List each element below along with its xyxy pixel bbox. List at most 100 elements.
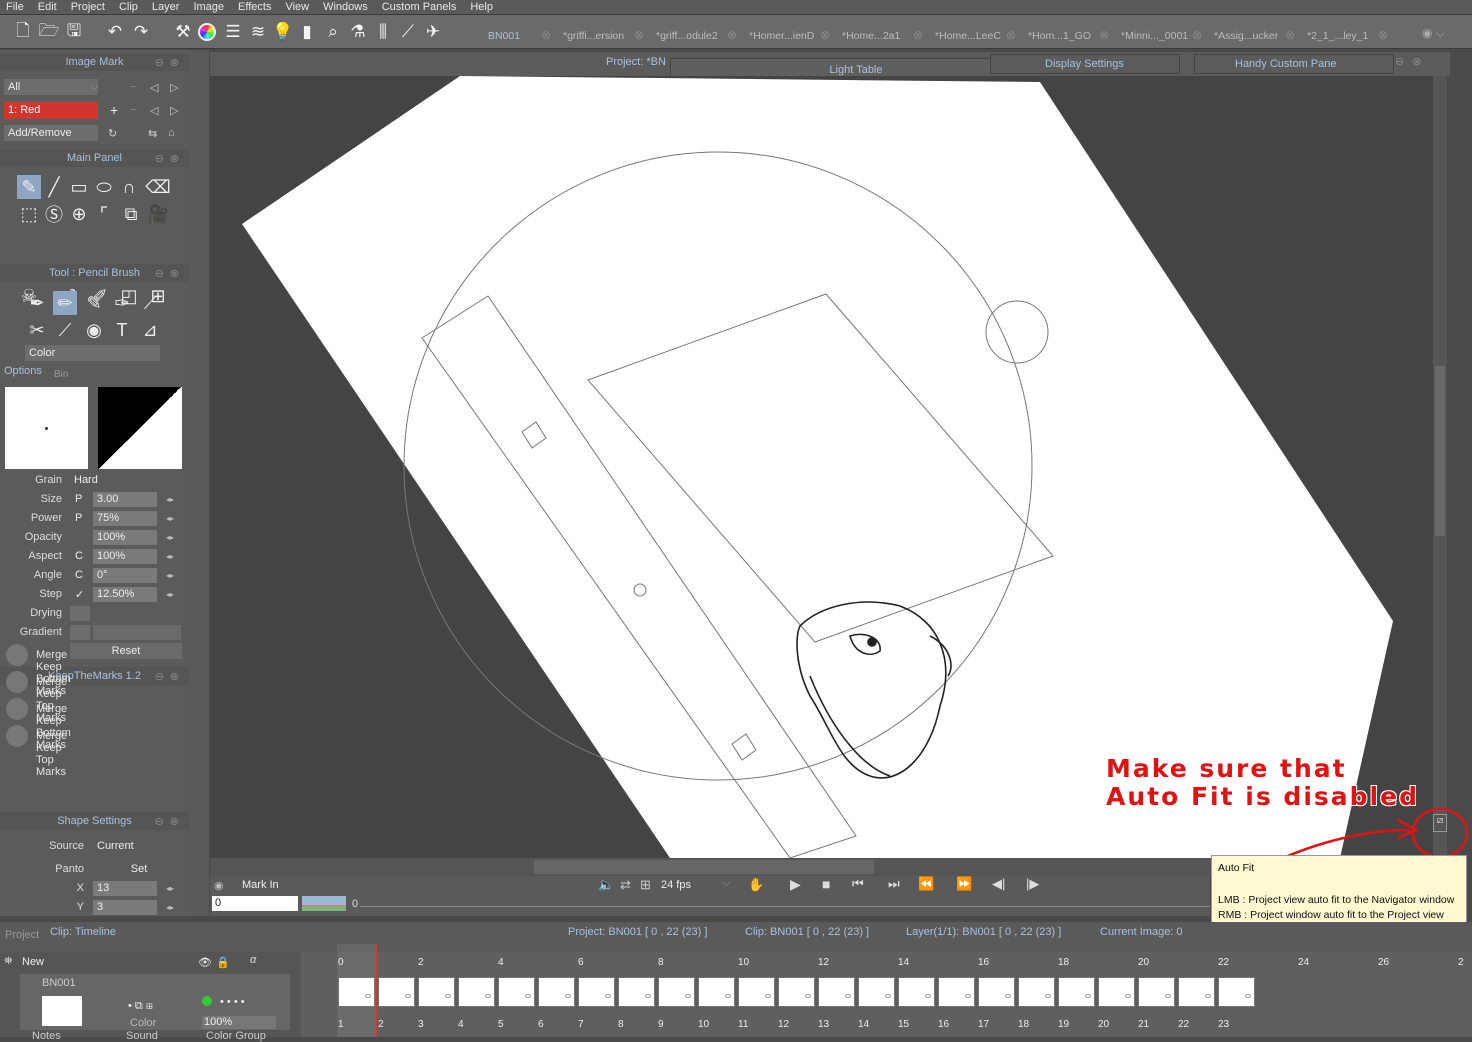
pencil-brush-icon[interactable]: ✏ [53, 291, 77, 315]
frame-thumbnail[interactable] [1218, 977, 1255, 1007]
tab-document-1[interactable]: *griffi...ersion ⊗ [555, 26, 648, 46]
tab-document-7[interactable]: *Minni..._0001 ⊗ [1113, 26, 1206, 46]
size-pressure-flag[interactable]: P [75, 493, 82, 505]
airbrush-icon[interactable]: ⟋ [138, 291, 162, 315]
aspect-flag[interactable]: C [75, 550, 83, 562]
next-frame-icon[interactable]: |▶ [1026, 876, 1039, 892]
canvas-vertical-scrollbar[interactable]: ⧄ [1433, 76, 1447, 858]
frame-thumbnail[interactable] [1058, 977, 1095, 1007]
save-icon[interactable]: 🖫 [63, 21, 85, 43]
merge-item-3[interactable]: Merge Keep Top Marks [36, 730, 67, 778]
prev-arrow-icon[interactable]: ◁ [150, 104, 158, 117]
size-field[interactable]: 3.00 [93, 491, 157, 507]
angle-spinner-icon[interactable]: ◂▸ [166, 571, 174, 580]
image-mark-filter-select[interactable]: All [4, 79, 98, 95]
mark-in-label[interactable]: Mark In [242, 879, 279, 891]
eye-icon[interactable]: 👁 [198, 956, 212, 969]
frame-thumbnail[interactable] [458, 977, 495, 1007]
frame-thumbnail[interactable] [898, 977, 935, 1007]
drying-toggle[interactable] [70, 605, 90, 621]
frame-thumbnail[interactable] [338, 977, 375, 1007]
refresh-icon[interactable]: ↻ [108, 127, 117, 140]
close-icon[interactable]: ⊗ [541, 28, 551, 42]
selection-tool-icon[interactable]: ⬚ [17, 202, 41, 226]
alpha-icon[interactable]: α [250, 954, 256, 966]
prev-frame-icon[interactable]: ◀| [992, 876, 1005, 892]
color-wheel-icon[interactable] [196, 21, 218, 43]
smudge-brush-icon[interactable]: ✂ [25, 318, 49, 342]
handy-custom-pane[interactable]: Handy Custom Pane [1194, 54, 1394, 74]
camera-tool-icon[interactable]: 🎥 [146, 202, 170, 226]
frame-thumbnail[interactable] [1178, 977, 1215, 1007]
frame-thumbnail[interactable] [658, 977, 695, 1007]
menu-effects[interactable]: Effects [232, 1, 279, 13]
playback-range[interactable] [302, 896, 346, 911]
source-select[interactable]: Current [93, 838, 177, 854]
tab-document-6[interactable]: *Hom...1_GO ⊗ [1020, 26, 1113, 46]
y-spinner-icon[interactable]: ◂▸ [166, 903, 174, 912]
lock-icon[interactable]: 🔒 [216, 956, 230, 969]
light-bulb-icon[interactable]: 💡 [272, 21, 294, 43]
tab-document-0[interactable]: BN001 ⊗ [462, 26, 555, 46]
chart-icon[interactable]: ⟋ [397, 21, 419, 43]
swap-icon[interactable]: ⇆ [148, 127, 157, 140]
menu-edit[interactable]: Edit [32, 1, 65, 13]
stack-icon[interactable]: ≋ [247, 21, 269, 43]
image-mark-select[interactable]: 1: Red [4, 101, 98, 119]
menu-help[interactable]: Help [464, 1, 501, 13]
x-field[interactable]: 13 [93, 880, 157, 896]
reset-button[interactable]: Reset [70, 643, 182, 659]
blend-brush-icon[interactable]: ⟋ [53, 318, 77, 342]
layers-icon[interactable]: ☰ [222, 21, 244, 43]
frame-thumbnail[interactable] [1018, 977, 1055, 1007]
frame-thumbnail[interactable] [978, 977, 1015, 1007]
hand-icon[interactable]: ✋ [748, 877, 764, 893]
prev-arrow-icon[interactable]: ◁ [150, 81, 158, 94]
film-icon[interactable]: ▮ [296, 21, 318, 43]
new-layer-button[interactable]: New [22, 956, 44, 968]
minus-icon[interactable]: − [130, 104, 136, 116]
power-field[interactable]: 75% [93, 510, 157, 526]
fast-forward-icon[interactable]: ⏩ [956, 876, 972, 892]
brush-tool-icon[interactable]: ✎ [17, 175, 41, 199]
menu-image[interactable]: Image [187, 1, 232, 13]
send-icon[interactable]: ✈ [422, 21, 444, 43]
aspect-field[interactable]: 100% [93, 548, 157, 564]
search-icon[interactable]: ⌕ [322, 21, 344, 43]
menu-custom-panels[interactable]: Custom Panels [376, 1, 465, 13]
size-spinner-icon[interactable]: ◂▸ [166, 495, 174, 504]
fill-brush-icon[interactable]: ⊿ [138, 318, 162, 342]
close-icon[interactable]: ⊗ [1192, 28, 1202, 42]
frame-thumbnail[interactable] [778, 977, 815, 1007]
tab-document-5[interactable]: *Home...LeeC ⊗ [927, 26, 1020, 46]
plus-icon[interactable]: + [110, 102, 118, 118]
close-icon[interactable]: ⊗ [634, 28, 644, 42]
project-view-canvas[interactable] [210, 76, 1433, 859]
close-icon[interactable]: ⊗ [727, 28, 737, 42]
frame-thumbnail[interactable] [378, 977, 415, 1007]
tab-options[interactable]: Options [4, 365, 42, 377]
pressure-curve-preview[interactable] [98, 387, 182, 469]
frame-thumbnail[interactable] [618, 977, 655, 1007]
tab-document-4[interactable]: *Home...2a1 ⊗ [834, 26, 927, 46]
power-pressure-flag[interactable]: P [75, 512, 82, 524]
folder-icon[interactable]: ⌂ [168, 127, 175, 139]
display-settings-panel[interactable]: Display Settings [990, 54, 1180, 74]
lasso-tool-icon[interactable]: Ⓢ [42, 202, 66, 226]
text-tool-icon[interactable]: T [110, 318, 134, 342]
frame-thumbnail[interactable] [1138, 977, 1175, 1007]
grid-icon[interactable]: ⊞ [640, 877, 651, 893]
opacity-spinner-icon[interactable]: ◂▸ [166, 533, 174, 542]
layer-opacity-field[interactable]: 100% [202, 1016, 276, 1029]
fps-select[interactable]: 24 fps [661, 879, 691, 891]
tab-document-3[interactable]: *Homer...ienD ⊗ [741, 26, 834, 46]
first-frame-icon[interactable]: ⏮ [852, 876, 864, 892]
step-spinner-icon[interactable]: ◂▸ [166, 590, 174, 599]
marker-brush-icon[interactable]: ✎ [82, 291, 106, 315]
close-icon[interactable]: ⊗ [1285, 28, 1295, 42]
tab-project[interactable]: Project [5, 929, 39, 941]
gradient-toggle[interactable] [70, 624, 90, 640]
bezier-tool-icon[interactable]: ∩ [117, 175, 141, 199]
frame-thumbnail[interactable] [698, 977, 735, 1007]
new-file-icon[interactable]: 🗋 [12, 21, 34, 43]
